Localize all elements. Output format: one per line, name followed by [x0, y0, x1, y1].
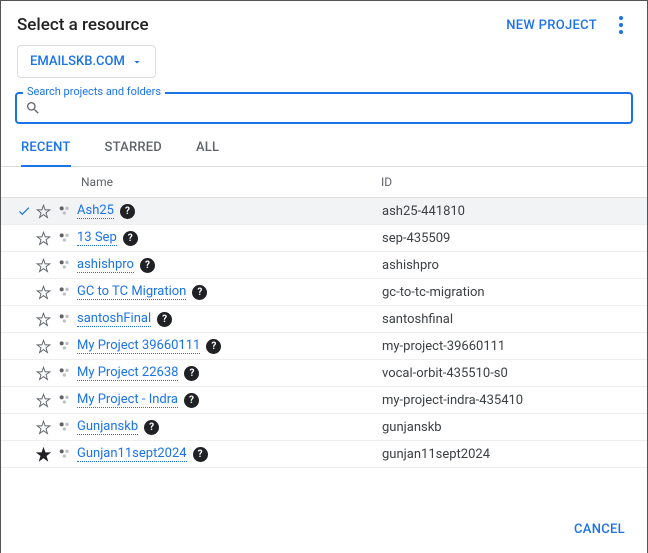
project-name-link[interactable]: My Project 22638: [77, 365, 178, 381]
search-input[interactable]: [47, 101, 623, 116]
star-icon[interactable]: [33, 393, 53, 408]
table-row[interactable]: Gunjan11sept2024 ? gunjan11sept2024: [1, 441, 647, 468]
help-icon[interactable]: ?: [192, 285, 207, 300]
table-row[interactable]: santoshFinal ? santoshfinal: [1, 306, 647, 333]
project-name-link[interactable]: My Project 39660111: [77, 338, 200, 354]
star-icon[interactable]: [33, 420, 53, 435]
check-icon: [15, 204, 33, 218]
table-row[interactable]: My Project - Indra ? my-project-indra-435…: [1, 387, 647, 414]
new-project-button[interactable]: NEW PROJECT: [506, 18, 597, 33]
project-icon: [53, 203, 77, 219]
star-icon[interactable]: [33, 339, 53, 354]
project-name-link[interactable]: ashishpro: [77, 257, 134, 273]
project-icon: [53, 446, 77, 462]
star-icon[interactable]: [33, 447, 53, 462]
project-name-link[interactable]: 13 Sep: [77, 230, 117, 246]
tab-recent[interactable]: RECENT: [21, 140, 71, 167]
project-name-link[interactable]: santoshFinal: [77, 311, 151, 327]
chevron-down-icon: [131, 56, 143, 68]
dialog-title: Select a resource: [17, 15, 149, 35]
table-row[interactable]: ashishpro ? ashishpro: [1, 252, 647, 279]
table-row[interactable]: 13 Sep ? sep-435509: [1, 225, 647, 252]
project-id: santoshfinal: [382, 312, 453, 327]
table-row[interactable]: Gunjanskb ? gunjanskb: [1, 414, 647, 441]
cancel-button[interactable]: CANCEL: [574, 522, 625, 537]
project-icon: [53, 284, 77, 300]
project-id: gunjanskb: [382, 420, 442, 435]
table-row[interactable]: My Project 22638 ? vocal-orbit-435510-s0: [1, 360, 647, 387]
project-name-link[interactable]: Gunjan11sept2024: [77, 446, 187, 462]
column-name: Name: [81, 175, 381, 189]
tab-starred[interactable]: STARRED: [105, 140, 162, 166]
more-options-icon[interactable]: [611, 16, 631, 34]
help-icon[interactable]: ?: [184, 366, 199, 381]
star-icon[interactable]: [33, 285, 53, 300]
help-icon[interactable]: ?: [157, 312, 172, 327]
help-icon[interactable]: ?: [206, 339, 221, 354]
project-name-link[interactable]: Gunjanskb: [77, 419, 138, 435]
help-icon[interactable]: ?: [123, 231, 138, 246]
project-id: my-project-39660111: [382, 339, 505, 354]
star-icon[interactable]: [33, 312, 53, 327]
help-icon[interactable]: ?: [193, 447, 208, 462]
project-id: my-project-indra-435410: [382, 393, 523, 408]
tabs: RECENT STARRED ALL: [1, 130, 647, 167]
project-name-link[interactable]: Ash25: [77, 203, 114, 219]
project-icon: [53, 365, 77, 381]
project-name-link[interactable]: My Project - Indra: [77, 392, 178, 408]
star-icon[interactable]: [33, 258, 53, 273]
project-id: gc-to-tc-migration: [382, 285, 485, 300]
table-row[interactable]: Ash25 ? ash25-441810: [1, 198, 647, 225]
project-icon: [53, 230, 77, 246]
project-icon: [53, 338, 77, 354]
column-id: ID: [381, 175, 392, 189]
organization-selector[interactable]: EMAILSKB.COM: [17, 45, 156, 78]
project-id: gunjan11sept2024: [382, 447, 490, 462]
search-label: Search projects and folders: [23, 85, 165, 98]
project-id: sep-435509: [382, 231, 450, 246]
project-id: ashishpro: [382, 258, 439, 273]
search-icon: [25, 100, 41, 116]
star-icon[interactable]: [33, 231, 53, 246]
project-icon: [53, 257, 77, 273]
help-icon[interactable]: ?: [144, 420, 159, 435]
project-id: ash25-441810: [382, 204, 465, 219]
help-icon[interactable]: ?: [184, 393, 199, 408]
star-icon[interactable]: [33, 204, 53, 219]
table-row[interactable]: My Project 39660111 ? my-project-39660111: [1, 333, 647, 360]
table-row[interactable]: GC to TC Migration ? gc-to-tc-migration: [1, 279, 647, 306]
organization-label: EMAILSKB.COM: [30, 54, 125, 69]
project-icon: [53, 419, 77, 435]
star-icon[interactable]: [33, 366, 53, 381]
project-icon: [53, 311, 77, 327]
project-name-link[interactable]: GC to TC Migration: [77, 284, 186, 300]
project-icon: [53, 392, 77, 408]
tab-all[interactable]: ALL: [196, 140, 219, 166]
project-id: vocal-orbit-435510-s0: [382, 366, 508, 381]
help-icon[interactable]: ?: [140, 258, 155, 273]
help-icon[interactable]: ?: [120, 204, 135, 219]
table-header: Name ID: [1, 167, 647, 198]
